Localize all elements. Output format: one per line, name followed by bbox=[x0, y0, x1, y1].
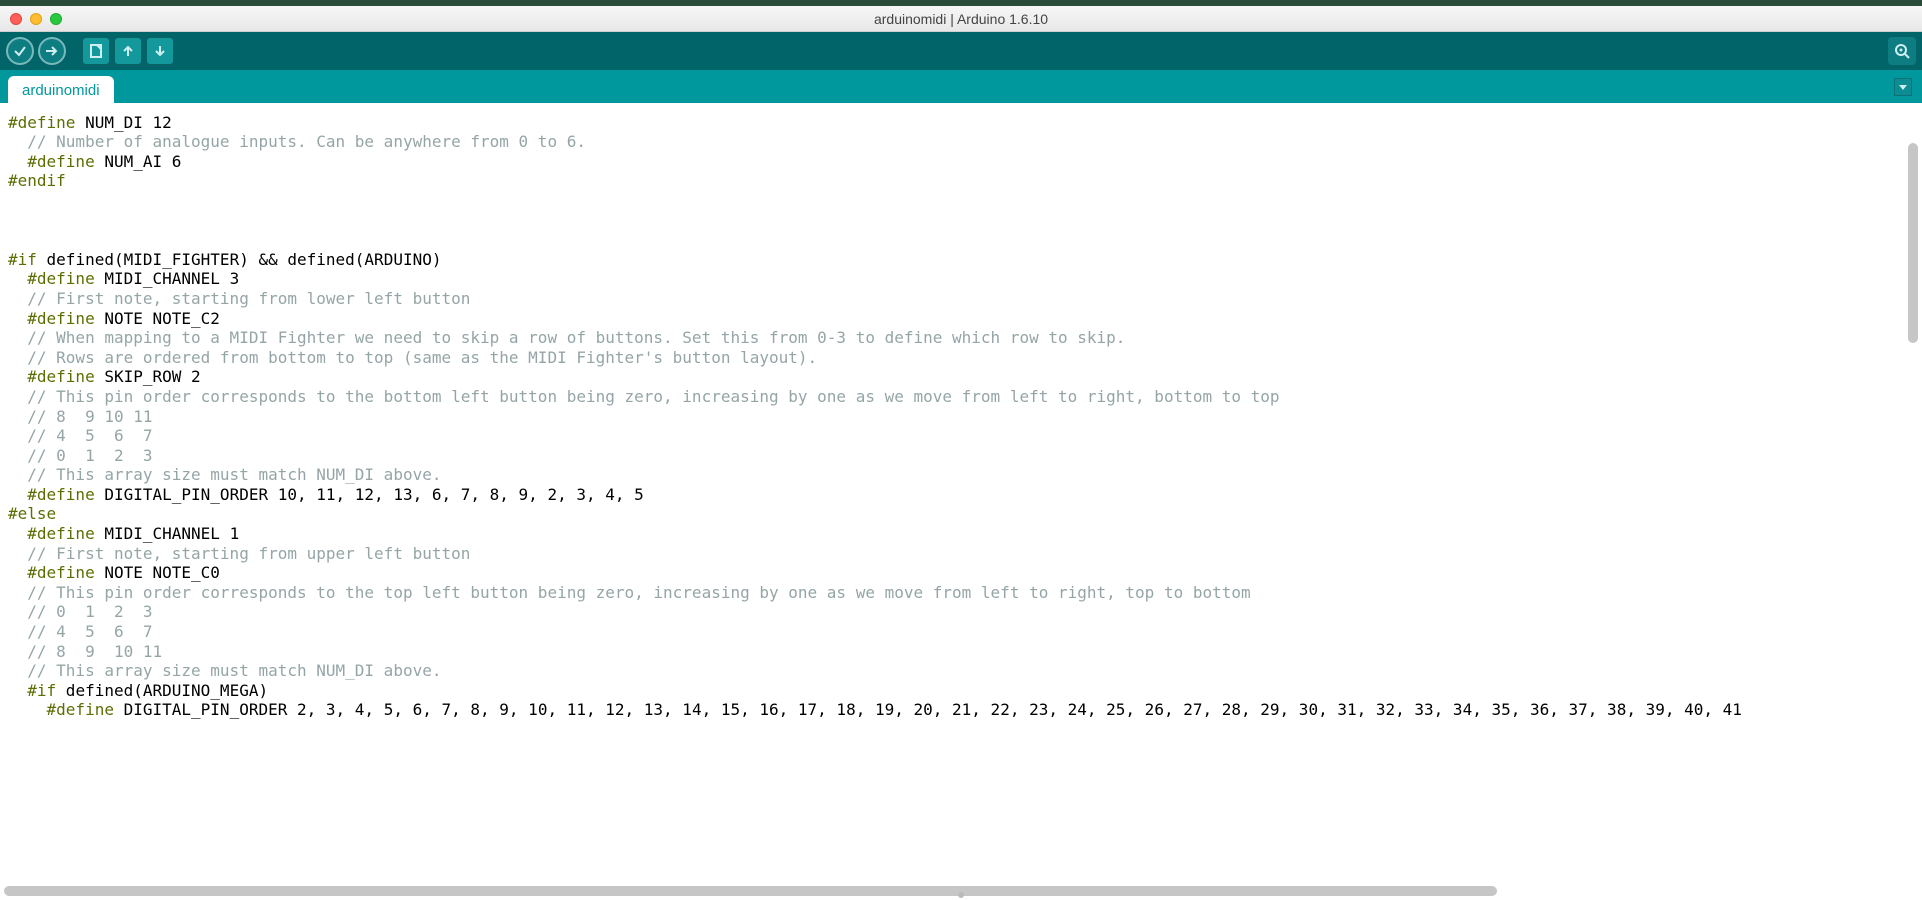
resize-grip-icon bbox=[958, 892, 964, 898]
code-comment: // Rows are ordered from bottom to top (… bbox=[8, 348, 817, 367]
traffic-lights bbox=[10, 13, 62, 25]
code-comment: // 0 1 2 3 bbox=[8, 446, 153, 465]
code-token: DIGITAL_PIN_ORDER 2, 3, 4, 5, 6, 7, 8, 9… bbox=[114, 700, 1742, 719]
window-title: arduinomidi | Arduino 1.6.10 bbox=[874, 11, 1048, 27]
save-button[interactable] bbox=[146, 37, 174, 65]
vertical-scrollbar[interactable] bbox=[1906, 103, 1920, 882]
code-token: MIDI_CHANNEL 1 bbox=[95, 524, 240, 543]
code-token: #else bbox=[8, 504, 56, 523]
code-token: #define bbox=[8, 524, 95, 543]
code-comment: // First note, starting from lower left … bbox=[8, 289, 470, 308]
code-comment: // 4 5 6 7 bbox=[8, 426, 153, 445]
scrollbar-thumb[interactable] bbox=[4, 886, 1497, 896]
code-token: NOTE NOTE_C0 bbox=[95, 563, 220, 582]
code-comment: // Number of analogue inputs. Can be any… bbox=[8, 132, 586, 151]
code-token: NOTE NOTE_C2 bbox=[95, 309, 220, 328]
code-comment: // First note, starting from upper left … bbox=[8, 544, 470, 563]
tab-arduinomidi[interactable]: arduinomidi bbox=[8, 76, 114, 104]
close-icon[interactable] bbox=[10, 13, 22, 25]
tab-strip: arduinomidi bbox=[0, 70, 1922, 103]
scrollbar-thumb[interactable] bbox=[1908, 143, 1918, 343]
upload-button[interactable] bbox=[38, 37, 66, 65]
code-token: defined(MIDI_FIGHTER) && defined(ARDUINO… bbox=[37, 250, 442, 269]
code-comment: // 4 5 6 7 bbox=[8, 622, 153, 641]
code-token: SKIP_ROW 2 bbox=[95, 367, 201, 386]
window-titlebar: arduinomidi | Arduino 1.6.10 bbox=[0, 6, 1922, 32]
code-token: #define bbox=[8, 152, 95, 171]
code-token: DIGITAL_PIN_ORDER 10, 11, 12, 13, 6, 7, … bbox=[95, 485, 644, 504]
code-token: NUM_AI 6 bbox=[95, 152, 182, 171]
code-token: #if bbox=[8, 681, 56, 700]
code-token: #define bbox=[8, 309, 95, 328]
code-comment: // 8 9 10 11 bbox=[8, 642, 162, 661]
code-comment: // 0 1 2 3 bbox=[8, 602, 153, 621]
verify-button[interactable] bbox=[6, 37, 34, 65]
new-button[interactable] bbox=[82, 37, 110, 65]
tab-menu-button[interactable] bbox=[1894, 78, 1912, 96]
code-content: #define NUM_DI 12 // Number of analogue … bbox=[0, 103, 1922, 720]
code-token: #define bbox=[8, 563, 95, 582]
code-token: #define bbox=[8, 700, 114, 719]
minimize-icon[interactable] bbox=[30, 13, 42, 25]
code-token: #if bbox=[8, 250, 37, 269]
code-editor[interactable]: #define NUM_DI 12 // Number of analogue … bbox=[0, 103, 1922, 900]
code-comment: // This pin order corresponds to the top… bbox=[8, 583, 1251, 602]
code-token: #define bbox=[8, 113, 75, 132]
code-comment: // 8 9 10 11 bbox=[8, 407, 153, 426]
serial-monitor-button[interactable] bbox=[1888, 37, 1916, 65]
code-token: NUM_DI 12 bbox=[75, 113, 171, 132]
open-button[interactable] bbox=[114, 37, 142, 65]
code-comment: // When mapping to a MIDI Fighter we nee… bbox=[8, 328, 1125, 347]
code-token: #define bbox=[8, 485, 95, 504]
code-comment: // This array size must match NUM_DI abo… bbox=[8, 661, 441, 680]
code-token: MIDI_CHANNEL 3 bbox=[95, 269, 240, 288]
zoom-icon[interactable] bbox=[50, 13, 62, 25]
code-comment: // This array size must match NUM_DI abo… bbox=[8, 465, 441, 484]
toolbar bbox=[0, 32, 1922, 70]
code-token: #define bbox=[8, 269, 95, 288]
code-token: #define bbox=[8, 367, 95, 386]
code-comment: // This pin order corresponds to the bot… bbox=[8, 387, 1280, 406]
code-token: defined(ARDUINO_MEGA) bbox=[56, 681, 268, 700]
code-token: #endif bbox=[8, 171, 66, 190]
